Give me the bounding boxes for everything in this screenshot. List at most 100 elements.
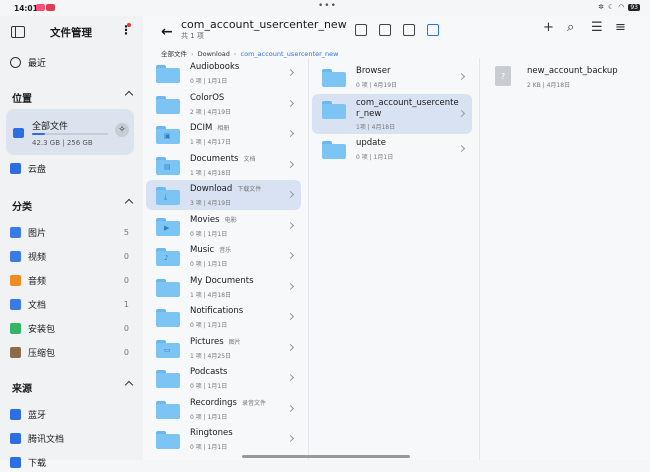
category-count: 0 (123, 347, 129, 357)
breadcrumb: 全部文件 › Download › com_account_usercenter_new (161, 50, 339, 58)
cloud-icon (10, 162, 21, 174)
chevron-right-icon (286, 68, 295, 77)
chevron-right-icon (286, 160, 295, 168)
category-icon (10, 226, 21, 238)
folder-meta: 0 项 | 1月1日 (190, 383, 228, 390)
item-count: 共 1 项 (181, 32, 204, 40)
folder-row[interactable]: Notifications 0 项 | 1月1日 (146, 302, 301, 332)
sidebar-item-category[interactable]: 图片 5 (10, 222, 135, 242)
sidebar-item-category[interactable]: 视频 0 (10, 246, 135, 266)
sidebar-item-category[interactable]: 安装包 0 (10, 318, 135, 338)
folder-meta: 0 项 | 1月1日 (190, 444, 228, 451)
source-label: 蓝牙 (28, 410, 47, 421)
folder-glyph-icon: ▣ (164, 132, 171, 140)
folder-name-text: Podcasts (190, 367, 228, 377)
folder-row[interactable]: update 0 项 | 1月1日 (312, 134, 472, 164)
grid-view-icon[interactable] (355, 24, 367, 36)
sidebar-item-category[interactable]: 压缩包 0 (10, 342, 135, 362)
sidebar-header: 文件管理 ⋮ (0, 23, 143, 42)
folder-name-text: Music (190, 245, 215, 255)
chevron-right-icon (286, 221, 295, 229)
folder-row[interactable]: ▭ Pictures 图片 1 项 | 4月25日 (146, 333, 301, 363)
search-icon[interactable]: ⌕ (567, 20, 574, 35)
checklist-icon[interactable]: ☰ (591, 20, 603, 35)
folder-row[interactable]: Podcasts 0 项 | 1月1日 (146, 363, 301, 393)
back-arrow-icon[interactable]: ← (161, 24, 173, 40)
folder-tag: 录音文件 (241, 399, 266, 407)
category-label: 视频 (28, 252, 47, 263)
moon-icon: ☾ (607, 3, 615, 11)
category-label: 安装包 (28, 324, 56, 335)
folder-meta: 1 项 | 4月17日 (190, 139, 232, 146)
breadcrumb-item[interactable]: 全部文件 (161, 50, 187, 58)
folder-icon: ▤ (156, 156, 180, 175)
source-icon (10, 456, 21, 468)
folder-name-text: My Documents (190, 275, 254, 286)
sidebar-item-source[interactable]: 蓝牙 (10, 404, 135, 424)
folder-body (322, 104, 346, 119)
folder-row[interactable]: ▶ Movies 电影 0 项 | 1月1日 (146, 211, 301, 241)
breadcrumb-current: com_account_usercenter_new (240, 50, 339, 58)
folder-body (322, 144, 346, 159)
file-row[interactable]: ? new_account_backup 2 KB | 4月18日 (483, 62, 638, 92)
folder-icon: ♪ (156, 248, 180, 266)
folder-tag: 文档 (243, 155, 256, 163)
category-count: 0 (123, 251, 129, 261)
folder-name-text: DCIM (190, 123, 213, 133)
sidebar-item-category[interactable]: 音频 0 (10, 270, 135, 290)
sidebar-item-source[interactable]: 下载 (10, 452, 135, 472)
folder-row[interactable]: Browser 0 项 | 4月19日 (312, 62, 472, 92)
folder-row[interactable]: ⤓ Download 下载文件 3 项 | 4月19日 (146, 180, 301, 210)
folder-icon (156, 95, 180, 114)
wifi-icon: ◠ (618, 3, 625, 11)
source-label: 腾讯文档 (28, 434, 65, 445)
sidebar-item-cloud[interactable]: 云盘 (10, 158, 135, 178)
folder-name: Podcasts (190, 367, 228, 377)
nav-recent[interactable]: 最近 (10, 52, 135, 72)
folder-name: Download 下载文件 (190, 184, 261, 194)
folder-glyph-icon: ▶ (164, 223, 170, 232)
folder-row[interactable]: Recordings 录音文件 0 项 | 1月1日 (146, 394, 301, 424)
section-sources[interactable]: 来源 (12, 380, 134, 395)
folder-row[interactable]: ▤ Documents 文档 1 项 | 4月18日 (146, 150, 301, 180)
category-icon (10, 274, 21, 286)
folder-row[interactable]: Ringtones 0 项 | 1月1日 (146, 424, 301, 454)
folder-name: Pictures 图片 (190, 337, 241, 347)
category-label: 图片 (28, 228, 47, 239)
folder-row[interactable]: ♪ Music 音乐 0 项 | 1月1日 (146, 241, 301, 271)
category-icon (10, 322, 21, 334)
add-icon[interactable]: + (543, 20, 554, 35)
page-title: com_account_usercenter_new (181, 18, 347, 31)
sidebar-item-all-files[interactable]: 全部文件 42.3 GB | 256 GB ✧ (6, 109, 134, 155)
folder-row[interactable]: Audiobooks 0 项 | 1月1日 (146, 58, 301, 88)
folder-meta: 1 项 | 4月25日 (190, 352, 232, 360)
storage-progress-bar (32, 133, 108, 135)
folder-name-text: Documents (190, 153, 239, 164)
chevron-right-icon (457, 144, 466, 153)
section-categories[interactable]: 分类 (12, 198, 134, 213)
column-view-icon[interactable] (427, 24, 439, 36)
folder-row[interactable]: ColorOS 2 项 | 4月19日 (146, 89, 301, 119)
dnd-icon: ✲ (598, 3, 604, 11)
folder-name-text: Recordings (190, 397, 237, 408)
folder-icon (156, 431, 180, 449)
folder-row[interactable]: ▣ DCIM 相册 1 项 | 4月17日 (146, 119, 301, 149)
folder-row[interactable]: My Documents 1 项 | 4月18日 (146, 272, 301, 302)
clean-icon[interactable]: ✧ (115, 123, 129, 137)
multitask-dots-icon[interactable]: ••• (318, 1, 337, 11)
sidebar-item-source[interactable]: 腾讯文档 (10, 428, 135, 448)
home-indicator[interactable] (242, 455, 410, 458)
folder-row[interactable]: com_account_usercente r_new 1项 | 4月18日 (312, 94, 472, 134)
folder-name: Notifications (190, 306, 243, 316)
sort-icon[interactable]: ≡ (615, 20, 626, 35)
folder-body (156, 373, 180, 388)
breadcrumb-item[interactable]: Download (198, 50, 230, 58)
section-location[interactable]: 位置 (12, 90, 134, 105)
sidebar-item-category[interactable]: 文档 1 (10, 294, 135, 314)
tile-view-icon[interactable] (379, 24, 391, 36)
list-view-icon[interactable] (403, 24, 415, 36)
file-name: new_account_backup (527, 66, 618, 76)
sidebar-toggle-icon[interactable] (11, 26, 25, 38)
notification-dot (127, 23, 131, 27)
chevron-up-icon (124, 90, 134, 100)
